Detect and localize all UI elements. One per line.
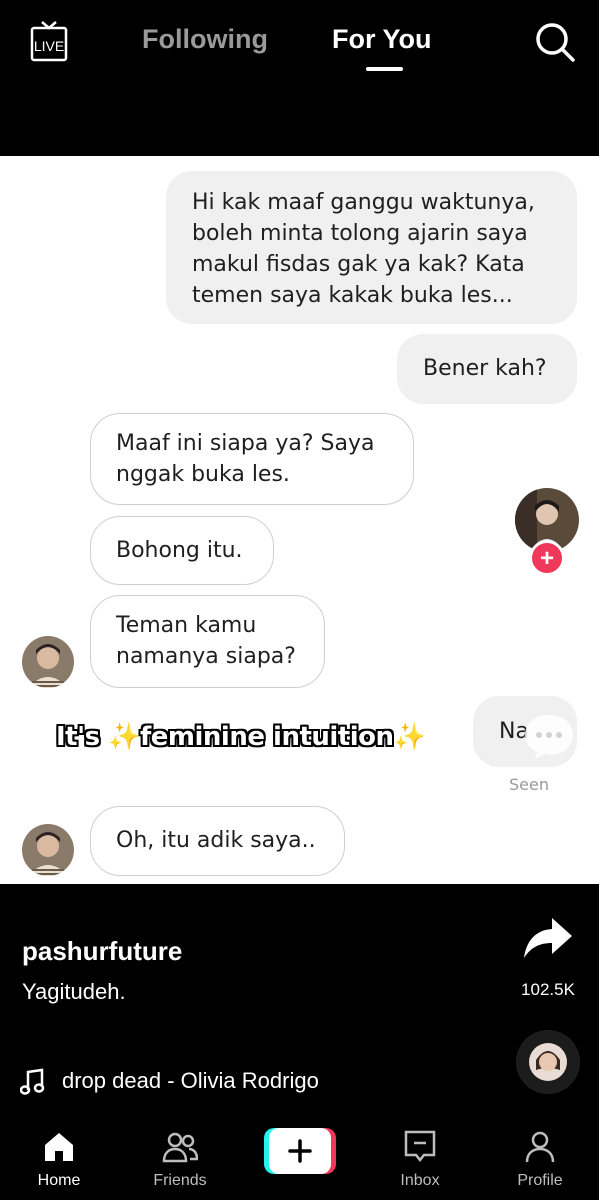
caption-prefix: It's [56,722,109,752]
share-count: 102.5K [521,980,575,999]
profile-icon [525,1131,555,1163]
chat-bubble-outgoing: Hi kak maaf ganggu waktunya, boleh minta… [166,171,577,324]
seen-label: Seen [509,775,549,794]
nav-inbox[interactable]: Inbox [370,1120,470,1200]
inbox-icon [404,1130,436,1163]
friends-icon [162,1132,198,1163]
comment-icon[interactable] [521,711,577,761]
sparkle-icon: ✨ [393,722,426,752]
nav-label: Home [37,1172,81,1189]
contact-avatar [22,636,74,688]
chat-screenshot: Hi kak maaf ganggu waktunya, boleh minta… [0,156,599,884]
nav-label: Inbox [400,1172,440,1189]
nav-profile[interactable]: Profile [490,1120,590,1200]
nav-home[interactable]: Home [9,1120,109,1200]
create-button[interactable] [264,1128,336,1174]
nav-label: Profile [517,1172,563,1189]
chat-bubble-incoming: Maaf ini siapa ya? Saya nggak buka les. [90,413,414,505]
search-icon[interactable] [535,22,575,62]
video-description: Yagitudeh. [22,979,126,1004]
chat-bubble-outgoing: Bener kah? [397,334,577,404]
contact-avatar [22,824,74,876]
chat-bubble-incoming: Bohong itu. [90,516,274,585]
chat-bubble-incoming: Teman kamu namanya siapa? [90,595,325,688]
chat-bubble-incoming: Oh, itu adik saya.. [90,806,345,876]
video-caption-overlay: It's ✨feminine intuition✨ [56,722,426,752]
home-icon [45,1133,73,1161]
music-title[interactable]: drop dead - Olivia Rodrigo [62,1068,319,1094]
creator-username[interactable]: pashurfuture [22,936,182,967]
nav-friends[interactable]: Friends [130,1120,230,1200]
sparkle-icon: ✨ [108,722,140,752]
share-icon[interactable] [520,914,576,964]
tab-for-you[interactable]: For You [332,24,432,55]
music-disc[interactable] [516,1030,580,1094]
tab-following[interactable]: Following [142,24,268,55]
nav-label: Friends [153,1172,207,1189]
active-tab-indicator [366,67,403,71]
comment-count: 36K [530,870,559,886]
follow-button[interactable]: + [530,541,564,575]
live-icon[interactable]: LIVE [30,20,68,62]
music-note-icon [19,1068,46,1096]
caption-text: feminine intuition [139,722,394,752]
svg-text:LIVE: LIVE [34,38,64,54]
top-bar: LIVE Following For You [0,0,599,156]
